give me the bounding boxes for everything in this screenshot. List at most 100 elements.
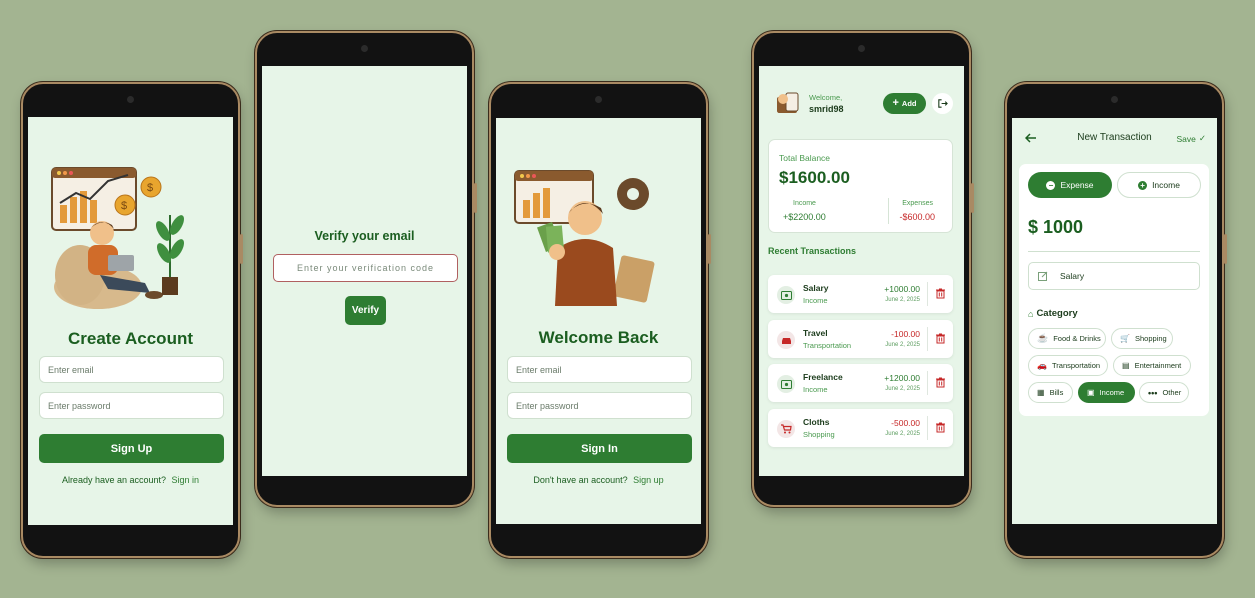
transaction-row[interactable]: Freelance Income +1200.00 June 2, 2025 bbox=[768, 364, 953, 402]
camera bbox=[595, 96, 602, 103]
trash-icon[interactable] bbox=[936, 333, 945, 344]
amount-field[interactable]: $ 1000 bbox=[1028, 217, 1083, 238]
sign-up-button[interactable]: Sign Up bbox=[39, 434, 224, 463]
category-chip-bills[interactable]: ▦ Bills bbox=[1028, 382, 1073, 403]
save-button[interactable]: Save ✓ bbox=[1177, 133, 1207, 144]
phone-new-transaction: New Transaction Save ✓ − Expense + Incom… bbox=[1005, 82, 1227, 558]
receipt-icon: ▦ bbox=[1037, 388, 1045, 397]
logout-icon bbox=[938, 99, 948, 108]
category-chip-shopping[interactable]: 🛒 Shopping bbox=[1111, 328, 1173, 349]
new-transaction-screen: New Transaction Save ✓ − Expense + Incom… bbox=[1012, 118, 1217, 524]
category-chip-food[interactable]: ☕ Food & Drinks bbox=[1028, 328, 1106, 349]
phone-dashboard: Welcome, smrid98 + Add Total Balance $16… bbox=[752, 31, 974, 507]
signup-prompt: Don't have an account? Sign up bbox=[496, 475, 701, 485]
verification-code-field[interactable]: Enter your verification code bbox=[273, 254, 458, 282]
email-field[interactable]: Enter email bbox=[507, 356, 692, 383]
trash-icon[interactable] bbox=[936, 288, 945, 299]
signin-prompt-text: Already have an account? bbox=[61, 475, 167, 485]
phone-signin: Welcome Back Enter email Enter password … bbox=[489, 82, 711, 558]
transaction-category: Income bbox=[803, 385, 828, 394]
signup-illustration: $ $ bbox=[51, 167, 184, 309]
transaction-amount: -100.00 bbox=[891, 329, 920, 339]
income-tab-label: Income bbox=[1152, 180, 1180, 190]
chip-label: Food & Drinks bbox=[1053, 334, 1101, 343]
sign-up-link[interactable]: Sign up bbox=[633, 475, 664, 485]
divider bbox=[927, 282, 928, 306]
email-field[interactable]: Enter email bbox=[39, 356, 224, 383]
transaction-date: June 2, 2025 bbox=[885, 386, 920, 392]
chip-label: Other bbox=[1162, 388, 1182, 397]
svg-text:$: $ bbox=[121, 200, 127, 212]
side-button bbox=[1224, 234, 1227, 264]
signup-screen: $ $ Create Account Enter email Enter pas… bbox=[28, 117, 233, 525]
signin-prompt: Already have an account? Sign in bbox=[28, 475, 233, 485]
password-field[interactable]: Enter password bbox=[39, 392, 224, 419]
income-tab[interactable]: + Income bbox=[1117, 172, 1201, 198]
transaction-amount: +1000.00 bbox=[884, 284, 920, 294]
camera bbox=[1111, 96, 1118, 103]
trash-icon[interactable] bbox=[936, 422, 945, 433]
phone-signup: $ $ Create Account Enter email Enter pas… bbox=[21, 82, 243, 558]
car-icon bbox=[777, 331, 795, 349]
verify-button[interactable]: Verify bbox=[345, 296, 386, 325]
expense-tab[interactable]: − Expense bbox=[1028, 172, 1112, 198]
page-title: Create Account bbox=[67, 329, 193, 348]
sign-in-link[interactable]: Sign in bbox=[172, 475, 200, 485]
more-icon: ••• bbox=[1148, 387, 1158, 398]
category-chip-other[interactable]: ••• Other bbox=[1139, 382, 1189, 403]
transaction-category: Income bbox=[803, 296, 828, 305]
add-button[interactable]: + Add bbox=[883, 93, 926, 114]
cart-icon: 🛒 bbox=[1120, 334, 1130, 343]
transaction-name: Freelance bbox=[803, 372, 843, 382]
page-title: Verify your email bbox=[314, 229, 415, 243]
note-field[interactable]: Salary bbox=[1028, 262, 1200, 290]
side-button bbox=[240, 234, 243, 264]
divider bbox=[927, 416, 928, 440]
cash-icon bbox=[777, 286, 795, 304]
amount-underline bbox=[1028, 251, 1200, 252]
edit-icon bbox=[1038, 271, 1048, 281]
side-button bbox=[474, 183, 477, 213]
transaction-name: Salary bbox=[803, 283, 829, 293]
verify-screen: Verify your email Enter your verificatio… bbox=[262, 66, 467, 476]
divider bbox=[927, 371, 928, 395]
transaction-row[interactable]: Cloths Shopping -500.00 June 2, 2025 bbox=[768, 409, 953, 447]
password-field[interactable]: Enter password bbox=[507, 392, 692, 419]
avatar-image bbox=[777, 92, 799, 113]
income-label: Income bbox=[793, 200, 816, 207]
chip-label: Shopping bbox=[1134, 334, 1167, 343]
category-chip-income[interactable]: ▣ Income bbox=[1078, 382, 1135, 403]
page-title: Welcome Back bbox=[538, 328, 659, 347]
transaction-date: June 2, 2025 bbox=[885, 342, 920, 348]
plus-circle-icon: + bbox=[1138, 180, 1148, 190]
form-card: − Expense + Income $ 1000 Salary ⌂ Categ… bbox=[1019, 164, 1209, 416]
add-label: Add bbox=[901, 99, 917, 108]
transaction-date: June 2, 2025 bbox=[885, 431, 920, 437]
transaction-category: Shopping bbox=[803, 430, 835, 439]
minus-circle-icon: − bbox=[1046, 180, 1056, 190]
save-label: Save bbox=[1176, 133, 1196, 144]
sign-in-button[interactable]: Sign In bbox=[507, 434, 692, 463]
camera bbox=[858, 45, 865, 52]
cash-icon: ▣ bbox=[1087, 388, 1095, 397]
recent-transactions-title: Recent Transactions bbox=[768, 246, 857, 256]
transaction-row[interactable]: Salary Income +1000.00 June 2, 2025 bbox=[768, 275, 953, 313]
balance-amount: $1600.00 bbox=[779, 168, 850, 187]
transaction-date: June 2, 2025 bbox=[885, 297, 920, 303]
avatar[interactable] bbox=[774, 89, 802, 117]
income-amount: +$2200.00 bbox=[783, 212, 826, 222]
transaction-category: Transportation bbox=[803, 341, 852, 350]
svg-text:$: $ bbox=[147, 182, 153, 194]
camera bbox=[127, 96, 134, 103]
car-icon: 🚗 bbox=[1037, 361, 1047, 370]
chip-label: Bills bbox=[1049, 388, 1064, 397]
check-icon: ✓ bbox=[1198, 133, 1206, 143]
trash-icon[interactable] bbox=[936, 377, 945, 388]
transaction-row[interactable]: Travel Transportation -100.00 June 2, 20… bbox=[768, 320, 953, 358]
logout-button[interactable] bbox=[932, 93, 953, 114]
category-chip-transportation[interactable]: 🚗 Transportation bbox=[1028, 355, 1108, 376]
category-chip-entertainment[interactable]: ▤ Entertainment bbox=[1113, 355, 1191, 376]
balance-label: Total Balance bbox=[779, 153, 831, 163]
film-icon: ▤ bbox=[1122, 361, 1130, 370]
side-button bbox=[971, 183, 974, 213]
